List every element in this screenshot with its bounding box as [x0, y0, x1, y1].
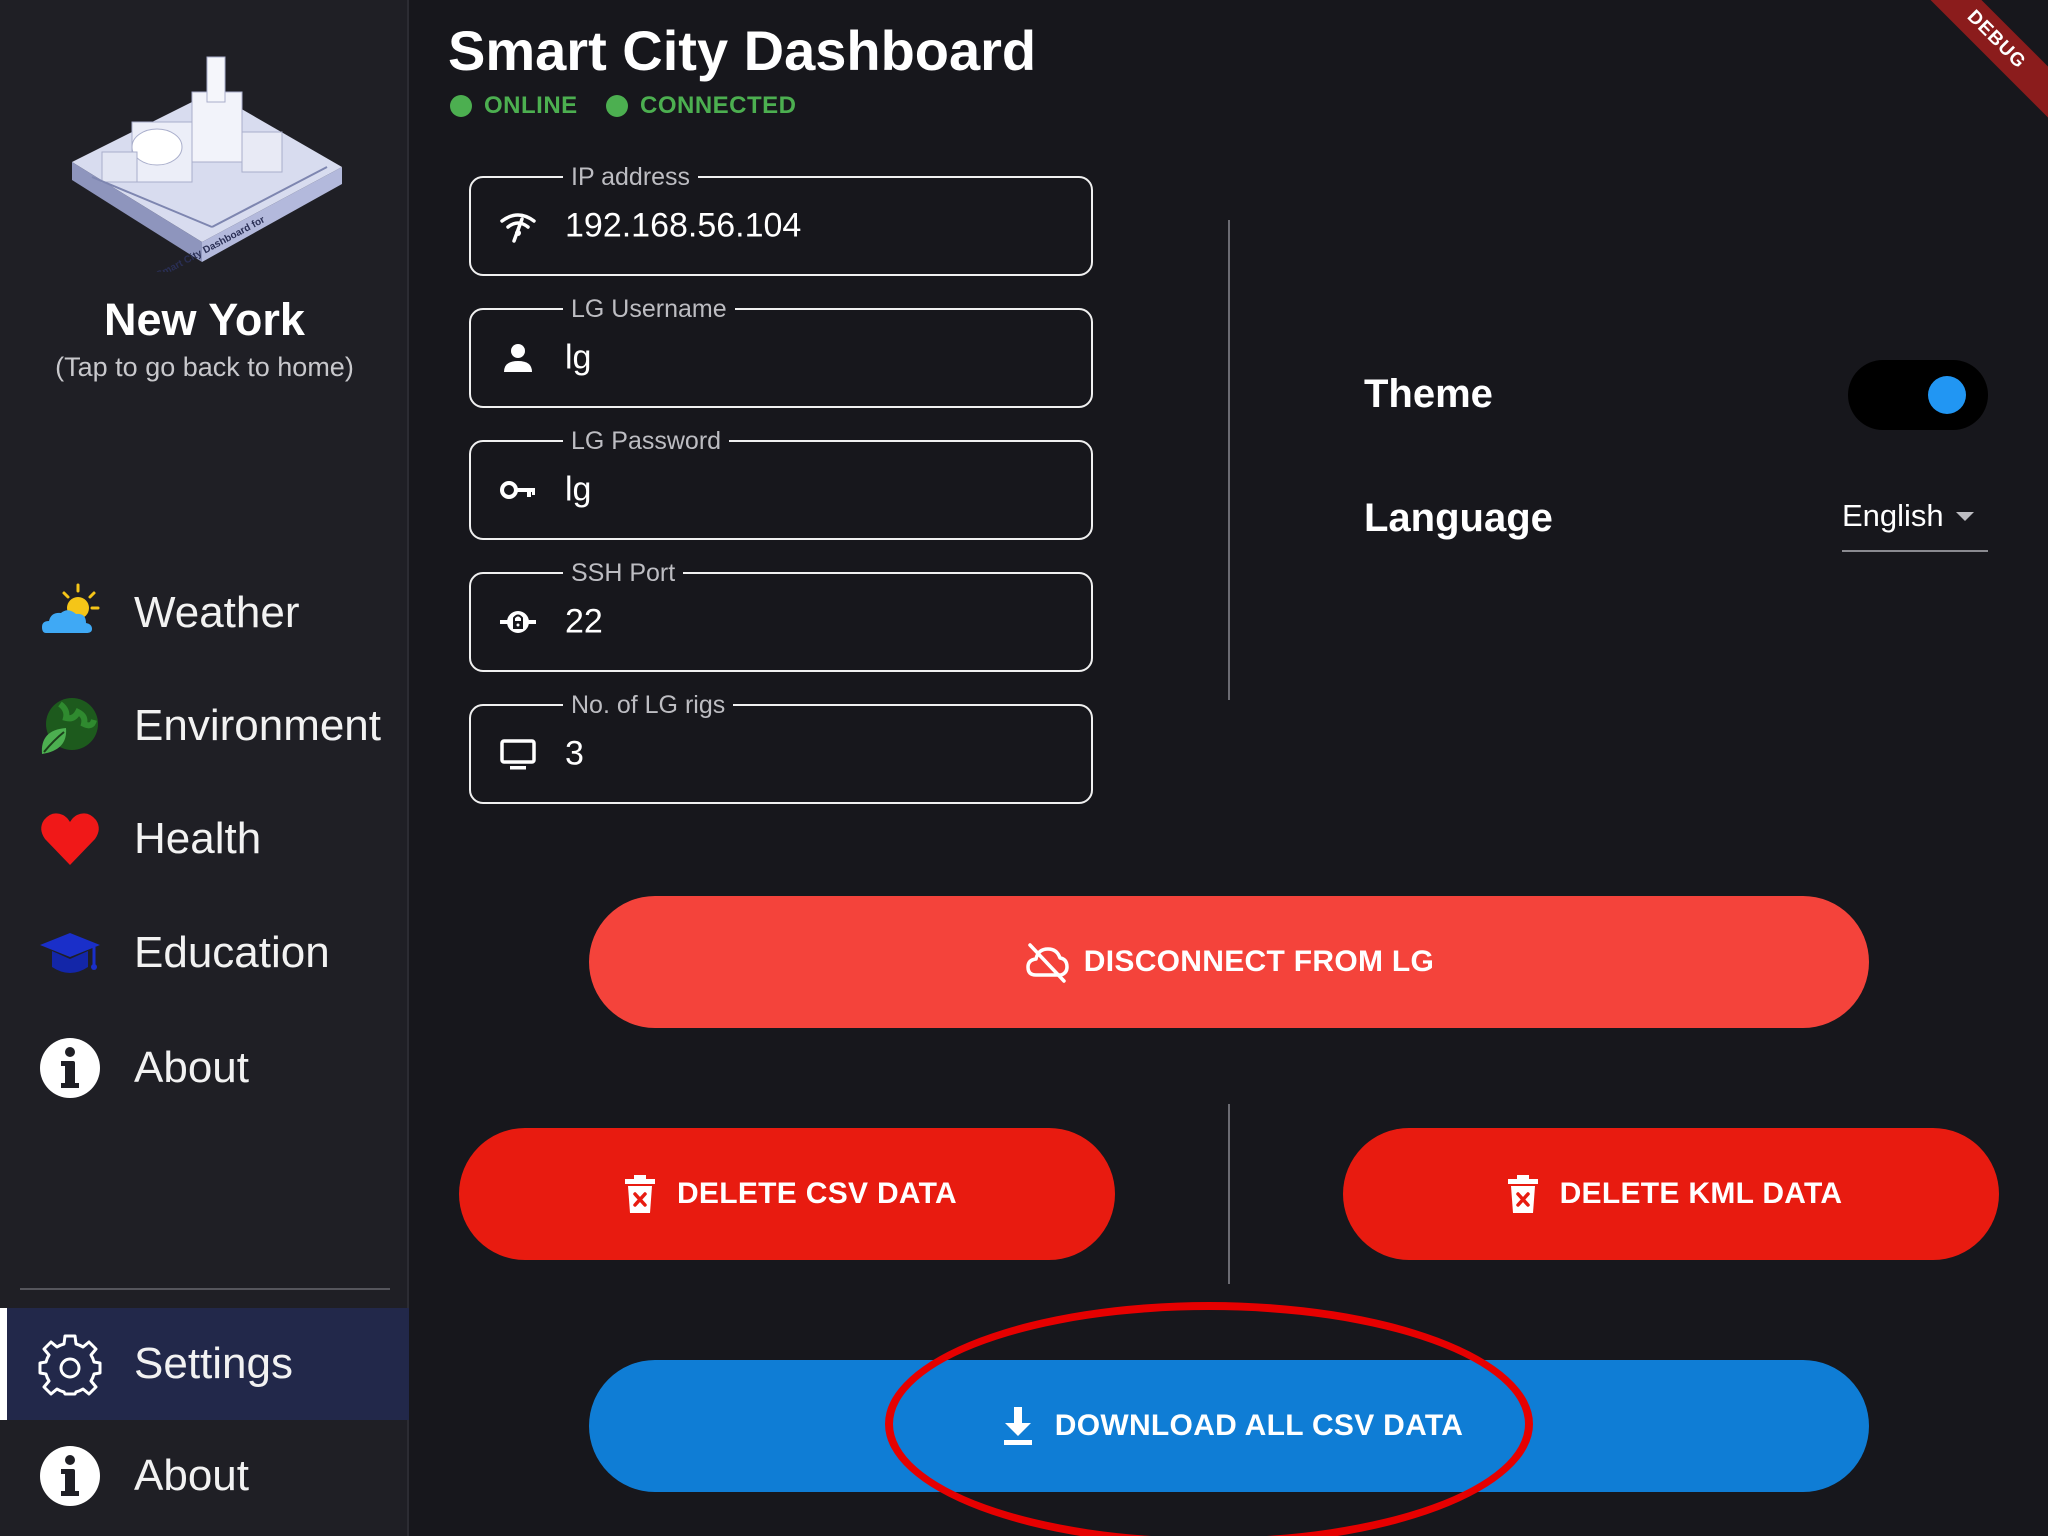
- city-logo[interactable]: Smart City Dashboard for: [62, 52, 352, 272]
- field-label: SSH Port: [563, 556, 684, 590]
- lg-password-field[interactable]: LG Password: [469, 424, 1093, 540]
- delete-csv-label: DELETE CSV DATA: [676, 1177, 958, 1210]
- field-label: IP address: [563, 160, 699, 194]
- dropdown-caret-icon: [1956, 512, 1974, 521]
- info-icon: [40, 1038, 100, 1098]
- debug-banner: DEBUG: [1912, 0, 2048, 124]
- lg-rigs-input[interactable]: [565, 734, 1065, 774]
- theme-label: Theme: [1364, 372, 1493, 416]
- connected-dot-icon: [606, 95, 628, 117]
- gear-icon: [38, 1334, 102, 1396]
- status-connected: CONNECTED: [606, 92, 797, 120]
- section-divider: [1228, 220, 1230, 700]
- lock-icon: [500, 611, 536, 633]
- delete-icon: [1507, 1175, 1538, 1213]
- sidebar-item-label: About: [134, 1043, 249, 1092]
- ssh-port-input[interactable]: [565, 602, 1065, 642]
- sidebar-item-label: Weather: [134, 588, 300, 637]
- status-online: ONLINE: [450, 92, 578, 120]
- weather-icon: [42, 583, 100, 633]
- ip-address-input[interactable]: [565, 206, 1065, 246]
- monitor-icon: [500, 739, 536, 770]
- wifi-icon: [500, 213, 536, 243]
- lg-password-input[interactable]: [565, 470, 1065, 510]
- delete-kml-button[interactable]: DELETE KML DATA: [1343, 1128, 1999, 1260]
- sidebar-item-label: About: [134, 1451, 249, 1500]
- field-label: LG Password: [563, 424, 730, 458]
- language-label: Language: [1364, 496, 1553, 540]
- lg-username-input[interactable]: [565, 338, 1065, 378]
- download-csv-label: DOWNLOAD ALL CSV DATA: [1054, 1409, 1464, 1442]
- field-label: No. of LG rigs: [563, 688, 734, 722]
- sidebar-item-label: Environment: [134, 701, 382, 750]
- sidebar-divider: [20, 1288, 390, 1290]
- language-select[interactable]: English: [1842, 494, 1988, 552]
- theme-toggle[interactable]: [1848, 360, 1988, 430]
- online-dot-icon: [450, 95, 472, 117]
- delete-icon: [624, 1175, 655, 1213]
- ssh-port-field[interactable]: SSH Port: [469, 556, 1093, 672]
- field-label: LG Username: [563, 292, 735, 326]
- sidebar: Smart City Dashboard for New York (Tap t…: [0, 0, 409, 1536]
- city-name[interactable]: New York: [0, 294, 409, 346]
- status-online-label: ONLINE: [484, 92, 578, 119]
- disconnect-button-label: DISCONNECT FROM LG: [1083, 945, 1435, 978]
- toggle-knob: [1928, 376, 1966, 414]
- info-icon: [40, 1446, 100, 1506]
- page-title: Smart City Dashboard: [448, 19, 1037, 82]
- sidebar-item-about-bottom[interactable]: About: [0, 1420, 409, 1532]
- delete-csv-button[interactable]: DELETE CSV DATA: [459, 1128, 1115, 1260]
- sidebar-item-settings[interactable]: Settings: [0, 1308, 409, 1420]
- key-icon: [500, 481, 535, 499]
- city-hint: (Tap to go back to home): [55, 352, 354, 382]
- sidebar-item-label: Health: [134, 814, 262, 863]
- lg-username-field[interactable]: LG Username: [469, 292, 1093, 408]
- cloud-off-icon: [1026, 943, 1069, 983]
- sidebar-item-health[interactable]: Health: [0, 783, 409, 895]
- delete-kml-label: DELETE KML DATA: [1559, 1177, 1843, 1210]
- graduation-cap-icon: [40, 933, 100, 973]
- download-icon: [1003, 1407, 1032, 1445]
- sidebar-item-education[interactable]: Education: [0, 897, 409, 1009]
- download-csv-button[interactable]: DOWNLOAD ALL CSV DATA: [589, 1360, 1869, 1492]
- person-icon: [504, 344, 532, 372]
- lg-rigs-field[interactable]: No. of LG rigs: [469, 688, 1093, 804]
- sidebar-item-label: Education: [134, 928, 330, 977]
- sidebar-item-label: Settings: [134, 1339, 293, 1388]
- buttons-divider: [1228, 1104, 1230, 1284]
- app-window: Smart City Dashboard for New York (Tap t…: [0, 0, 2048, 1536]
- heart-icon: [41, 813, 99, 865]
- sidebar-item-environment[interactable]: Environment: [0, 670, 409, 782]
- disconnect-button[interactable]: DISCONNECT FROM LG: [589, 896, 1869, 1028]
- sidebar-item-about[interactable]: About: [0, 1012, 409, 1124]
- status-connected-label: CONNECTED: [640, 92, 797, 119]
- sidebar-item-weather[interactable]: Weather: [0, 557, 409, 669]
- ip-address-field[interactable]: IP address: [469, 160, 1093, 276]
- language-select-value: English: [1842, 498, 1944, 533]
- environment-icon: [41, 698, 98, 754]
